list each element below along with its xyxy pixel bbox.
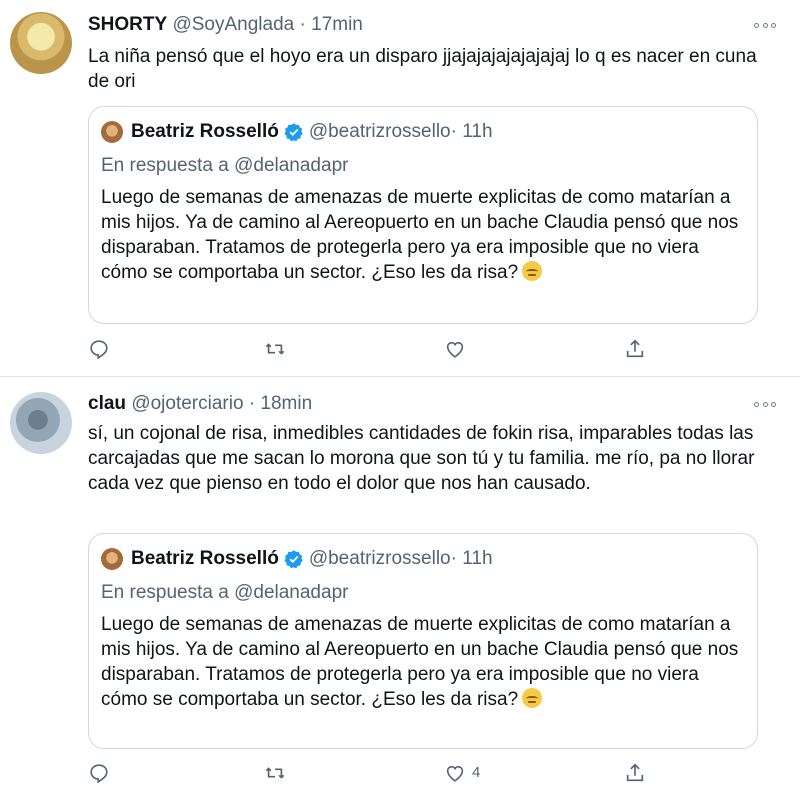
quote-header: Beatriz Rosselló @beatrizrossello · 11h	[101, 548, 493, 570]
quote-timestamp: · 11h	[450, 548, 493, 569]
more-options-icon[interactable]	[754, 399, 776, 409]
reply-icon	[90, 764, 108, 784]
reply-context: En respuesta a @delanadapr	[101, 582, 348, 604]
share-button[interactable]	[624, 762, 650, 788]
retweet-icon	[265, 767, 285, 779]
quote-text-content: Luego de semanas de amenazas de muerte e…	[101, 614, 739, 710]
like-button[interactable]: 4	[444, 762, 480, 788]
tweet-text: sí, un cojonal de risa, inmedibles canti…	[88, 423, 755, 494]
author-name[interactable]: clau	[88, 393, 126, 414]
reply-button[interactable]	[88, 762, 114, 788]
share-icon	[626, 763, 644, 782]
timestamp[interactable]: · 18min	[249, 393, 312, 414]
author-handle[interactable]: @ojoterciario	[131, 393, 243, 414]
verified-badge-icon	[284, 550, 303, 569]
reply-handle[interactable]: @delanadapr	[234, 582, 348, 603]
tweet[interactable]: clau @ojoterciario · 18min sí, un cojona…	[0, 0, 800, 784]
heart-icon	[446, 765, 464, 782]
quote-author-name: Beatriz Rosselló	[131, 548, 279, 569]
tweet-actions: 4	[88, 762, 688, 788]
avatar[interactable]	[10, 392, 72, 454]
like-count: 4	[472, 764, 481, 781]
avatar	[101, 548, 123, 570]
quoted-tweet[interactable]: Beatriz Rosselló @beatrizrossello · 11h …	[88, 533, 758, 749]
quote-author-handle: @beatrizrossello	[308, 548, 451, 569]
retweet-button[interactable]	[264, 762, 290, 788]
tweet-header: clau @ojoterciario · 18min	[88, 393, 312, 415]
reply-prefix: En respuesta a	[101, 582, 229, 603]
relieved-face-icon	[522, 688, 543, 708]
quote-text: Luego de semanas de amenazas de muerte e…	[101, 612, 741, 712]
